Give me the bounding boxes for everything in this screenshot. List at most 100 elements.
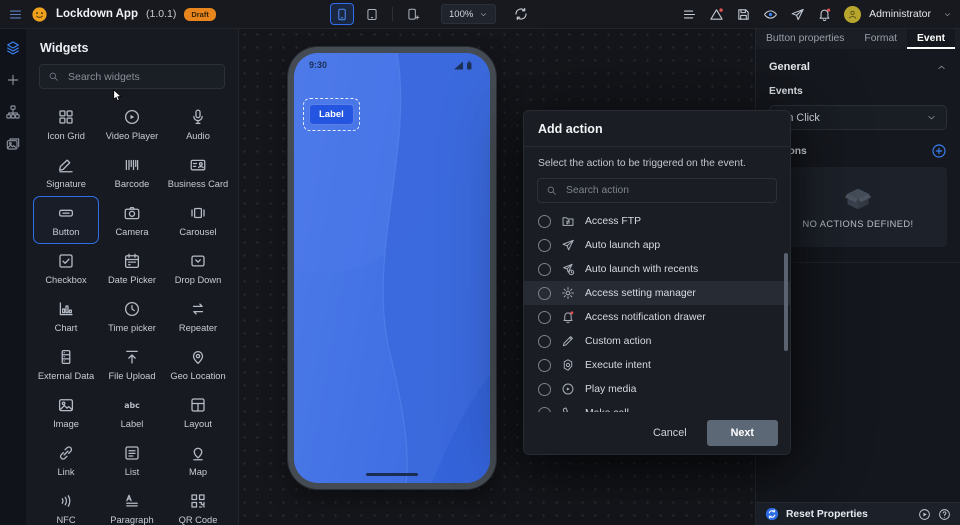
notifications-bell-icon[interactable]: [817, 7, 832, 22]
widget-icon-grid[interactable]: Icon Grid: [33, 100, 99, 148]
action-label: Execute intent: [585, 360, 651, 371]
geo-location-icon: [189, 348, 207, 366]
action-search-input[interactable]: [564, 184, 768, 197]
action-row-play-media[interactable]: Play media: [524, 377, 790, 401]
widget-list[interactable]: List: [99, 436, 165, 484]
widget-date-picker[interactable]: Date Picker: [99, 244, 165, 292]
rail-item-layers[interactable]: [5, 40, 21, 56]
cancel-button[interactable]: Cancel: [639, 420, 701, 446]
widget-link[interactable]: Link: [33, 436, 99, 484]
scrollbar-thumb[interactable]: [784, 253, 788, 351]
next-button[interactable]: Next: [707, 420, 778, 446]
widget-checkbox[interactable]: Checkbox: [33, 244, 99, 292]
event-type-dropdown[interactable]: On Click: [769, 105, 947, 130]
tablet-view-button[interactable]: [361, 4, 383, 24]
layers-icon: [5, 40, 21, 56]
outline-list-icon[interactable]: [682, 7, 697, 22]
widget-signature[interactable]: Signature: [33, 148, 99, 196]
preview-eye-icon[interactable]: [763, 7, 778, 22]
zoom-value: 100%: [449, 9, 473, 20]
home-indicator: [366, 473, 418, 476]
status-time: 9:30: [309, 60, 327, 70]
widget-search-input[interactable]: [66, 70, 216, 84]
widget-paragraph[interactable]: Paragraph: [99, 484, 165, 525]
widget-video-player[interactable]: Video Player: [99, 100, 165, 148]
radio-button[interactable]: [538, 239, 551, 252]
action-row-auto-launch-app[interactable]: Auto launch app: [524, 233, 790, 257]
widget-image[interactable]: Image: [33, 388, 99, 436]
phone-view-button[interactable]: [330, 3, 354, 25]
tablet-device-icon: [365, 7, 379, 22]
radio-button[interactable]: [538, 263, 551, 276]
widget-camera[interactable]: Camera: [99, 196, 165, 244]
canvas-label-button[interactable]: Label: [309, 104, 354, 125]
widget-label[interactable]: abcLabel: [99, 388, 165, 436]
widget-carousel[interactable]: Carousel: [165, 196, 231, 244]
rail-item-flow[interactable]: [5, 104, 21, 120]
rail-item-add[interactable]: [5, 72, 21, 88]
phone-screen[interactable]: 9:30 Label: [294, 53, 490, 483]
widget-button[interactable]: Button: [33, 196, 99, 244]
widget-chart[interactable]: Chart: [33, 292, 99, 340]
widget-map[interactable]: Map: [165, 436, 231, 484]
widget-layout[interactable]: Layout: [165, 388, 231, 436]
action-row-execute-intent[interactable]: Execute intent: [524, 353, 790, 377]
action-row-access-setting-manager[interactable]: Access setting manager: [524, 281, 790, 305]
tab-event[interactable]: Event: [907, 28, 955, 49]
radio-button[interactable]: [538, 335, 551, 348]
action-row-auto-launch-with-recents[interactable]: Auto launch with recents: [524, 257, 790, 281]
widget-repeater[interactable]: Repeater: [165, 292, 231, 340]
widget-label: Audio: [186, 131, 210, 141]
warning-triangle-icon[interactable]: [709, 7, 724, 22]
tab-format[interactable]: Format: [854, 28, 907, 49]
widget-barcode[interactable]: Barcode: [99, 148, 165, 196]
widget-qr-code[interactable]: QR Code: [165, 484, 231, 525]
add-screen-button[interactable]: [402, 4, 424, 24]
play-circle-icon[interactable]: [918, 508, 931, 521]
widget-external-data[interactable]: External Data: [33, 340, 99, 388]
add-action-plus-icon[interactable]: [931, 143, 947, 159]
widget-business-card[interactable]: Business Card: [165, 148, 231, 196]
widget-label: Carousel: [179, 227, 216, 237]
user-avatar[interactable]: [844, 6, 861, 23]
external-data-icon: [57, 348, 75, 366]
publish-icon[interactable]: [790, 7, 805, 22]
user-menu-chevron-icon[interactable]: [943, 10, 952, 19]
layout-icon: [189, 396, 207, 414]
collapse-chevron-icon[interactable]: [936, 62, 947, 73]
widget-label: Layout: [184, 419, 212, 429]
reset-properties-button[interactable]: Reset Properties: [786, 509, 911, 520]
rotate-device-icon[interactable]: [513, 6, 529, 22]
widget-label: List: [125, 467, 139, 477]
action-row-access-ftp[interactable]: Access FTP: [524, 209, 790, 233]
zoom-dropdown[interactable]: 100%: [441, 4, 496, 24]
action-row-access-notification-drawer[interactable]: Access notification drawer: [524, 305, 790, 329]
radio-button[interactable]: [538, 359, 551, 372]
tab-button-properties[interactable]: Button properties: [756, 28, 854, 49]
widget-selection-outline: Label: [303, 98, 360, 131]
widget-audio[interactable]: Audio: [165, 100, 231, 148]
phone-status-bar: 9:30: [309, 60, 478, 70]
widget-file-upload[interactable]: File Upload: [99, 340, 165, 388]
action-row-custom-action[interactable]: Custom action: [524, 329, 790, 353]
widget-nfc[interactable]: NFC: [33, 484, 99, 525]
rail-item-media[interactable]: [5, 136, 21, 152]
widget-label: Geo Location: [170, 371, 225, 381]
signature-icon: [57, 156, 75, 174]
radio-button[interactable]: [538, 287, 551, 300]
radio-button[interactable]: [538, 311, 551, 324]
widget-label: NFC: [56, 515, 75, 525]
save-icon[interactable]: [736, 7, 751, 22]
widget-time-picker[interactable]: Time picker: [99, 292, 165, 340]
camera-icon: [123, 204, 141, 222]
phone-mockup: 9:30 Label: [288, 47, 496, 489]
hamburger-menu-icon[interactable]: [8, 7, 23, 22]
radio-button[interactable]: [538, 383, 551, 396]
help-icon[interactable]: [938, 508, 951, 521]
modal-description: Select the action to be triggered on the…: [538, 158, 776, 169]
widget-geo-location[interactable]: Geo Location: [165, 340, 231, 388]
action-search-box: [537, 178, 777, 203]
widget-drop-down[interactable]: Drop Down: [165, 244, 231, 292]
radio-button[interactable]: [538, 215, 551, 228]
status-icons: [453, 61, 478, 70]
